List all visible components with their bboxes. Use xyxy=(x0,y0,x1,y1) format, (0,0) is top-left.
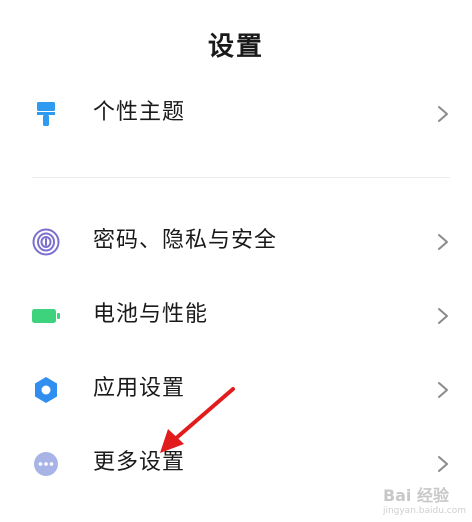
paint-brush-icon xyxy=(30,100,62,128)
chevron-right-icon xyxy=(438,234,448,250)
settings-item-label: 密码、隐私与安全 xyxy=(93,228,278,253)
settings-item-label: 电池与性能 xyxy=(93,302,209,327)
settings-item-label: 个性主题 xyxy=(93,100,186,125)
chevron-right-icon xyxy=(438,106,448,122)
annotation-arrow-icon xyxy=(160,387,235,453)
more-dots-icon xyxy=(30,450,62,478)
settings-item-privacy[interactable]: 密码、隐私与安全 xyxy=(0,214,472,270)
fingerprint-icon xyxy=(30,228,62,256)
section-divider xyxy=(32,177,450,178)
page-title: 设置 xyxy=(207,32,264,62)
settings-item-theme[interactable]: 个性主题 xyxy=(0,86,472,142)
chevron-right-icon xyxy=(438,382,448,398)
battery-icon xyxy=(30,302,62,330)
watermark-logo: Bai 经验 jingyan.baidu.com xyxy=(382,486,466,516)
settings-item-battery[interactable]: 电池与性能 xyxy=(0,288,472,344)
chevron-right-icon xyxy=(438,308,448,324)
chevron-right-icon xyxy=(438,456,448,472)
gear-icon xyxy=(30,376,62,404)
